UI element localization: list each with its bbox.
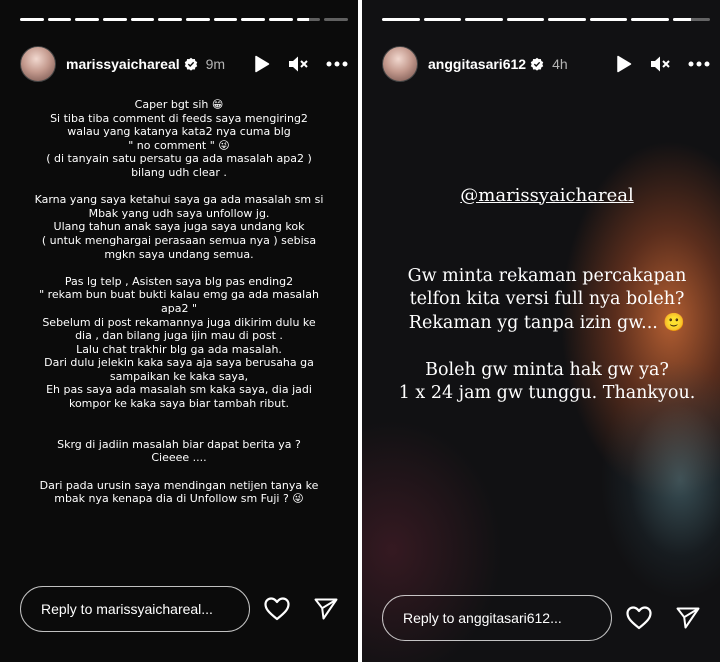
progress-fill [589,18,627,21]
progress-fill [103,18,127,21]
progress-segment [158,18,183,21]
progress-fill [296,18,309,21]
avatar[interactable] [382,46,418,82]
play-icon[interactable] [254,55,270,73]
progress-fill [672,18,692,21]
story-progress-bar [20,18,349,21]
progress-fill [423,18,461,21]
story-footer: Reply to anggitasari612... [382,595,706,641]
story-header: anggitasari612 4h [382,46,710,82]
story-text: Caper bgt sih 😁 Si tiba tiba comment di … [34,98,324,506]
progress-segment [47,18,72,21]
progress-fill [130,18,155,21]
more-icon[interactable] [688,61,710,67]
story-panel-left: marissyaichareal 9m Caper bgt sih 😁 Si t… [0,0,358,662]
heart-icon[interactable] [264,597,290,621]
reply-input[interactable]: Reply to marissyaichareal... [20,586,250,632]
progress-fill [269,18,293,21]
progress-segment [241,18,266,21]
progress-segment [324,18,349,21]
progress-fill [631,18,669,21]
progress-fill [241,18,266,21]
story-progress-bar [382,18,710,21]
progress-segment [631,18,669,21]
reply-input[interactable]: Reply to anggitasari612... [382,595,612,641]
progress-segment [465,18,503,21]
progress-segment [296,18,321,21]
post-time: 9m [205,56,226,72]
progress-segment [506,18,544,21]
progress-fill [158,18,183,21]
progress-fill [213,18,238,21]
progress-segment [103,18,127,21]
story-text: Gw minta rekaman percakapan telfon kita … [398,265,696,404]
username[interactable]: marissyaichareal [66,56,180,72]
progress-segment [382,18,420,21]
story-text-container: @marissyaichareal Gw minta rekaman perca… [382,160,712,406]
send-icon[interactable] [676,607,700,629]
progress-segment [130,18,155,21]
play-icon[interactable] [616,55,632,73]
story-header: marissyaichareal 9m [20,46,348,82]
progress-segment [213,18,238,21]
story-panel-right: anggitasari612 4h @marissyaichareal Gw m… [362,0,720,662]
progress-fill [47,18,72,21]
story-footer: Reply to marissyaichareal... [20,586,344,632]
mute-icon[interactable] [288,55,308,73]
progress-segment [548,18,586,21]
username[interactable]: anggitasari612 [428,56,526,72]
progress-segment [269,18,293,21]
progress-segment [20,18,44,21]
progress-fill [20,18,44,21]
progress-fill [465,18,503,21]
progress-segment [423,18,461,21]
mute-icon[interactable] [650,55,670,73]
verified-badge-icon [530,57,544,71]
progress-segment [589,18,627,21]
progress-segment [186,18,210,21]
progress-segment [75,18,100,21]
progress-segment [672,18,710,21]
mention-link[interactable]: @marissyaichareal [382,184,712,208]
progress-fill [548,18,586,21]
verified-badge-icon [184,57,197,71]
send-icon[interactable] [314,598,338,620]
avatar[interactable] [20,46,56,82]
progress-fill [506,18,544,21]
progress-fill [382,18,420,21]
heart-icon[interactable] [626,606,652,630]
more-icon[interactable] [326,61,348,67]
post-time: 4h [552,56,568,72]
progress-fill [75,18,100,21]
progress-fill [186,18,210,21]
